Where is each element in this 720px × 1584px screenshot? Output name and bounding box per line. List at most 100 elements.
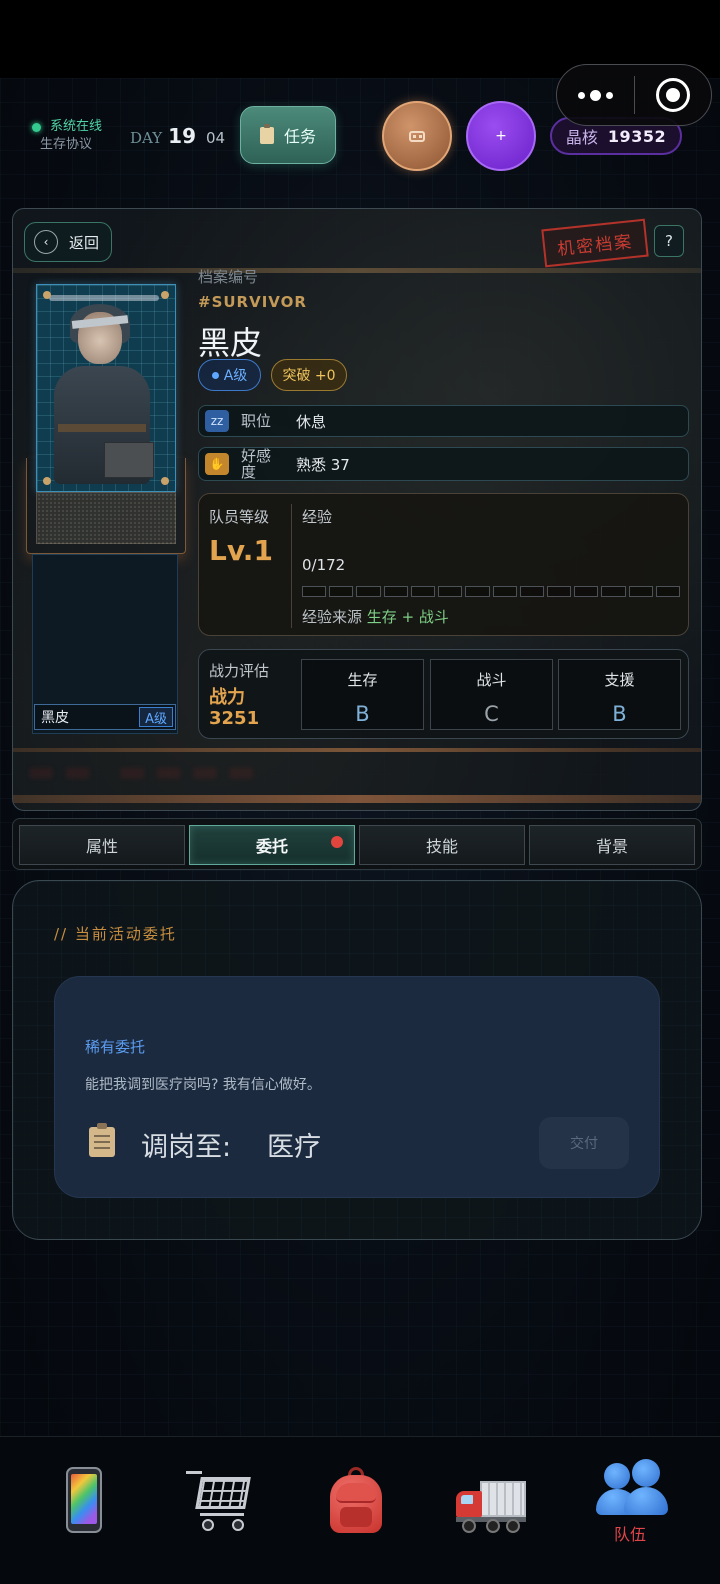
stat-grade: C (484, 702, 499, 726)
close-target-icon[interactable] (635, 78, 712, 112)
section-title: // 当前活动委托 (54, 925, 177, 943)
power-panel: 战力评估 战力 3251 生存 B 战斗 C 支援 B (198, 649, 689, 739)
task-button[interactable]: 任务 (240, 106, 336, 164)
divider (13, 795, 701, 803)
chevron-left-icon: ‹ (34, 230, 58, 254)
power-name: 战力 (209, 687, 245, 708)
character-name: 黑皮 (198, 324, 263, 362)
system-status: 系统在线 生存协议 (32, 118, 102, 154)
character-portrait[interactable] (26, 278, 186, 554)
stat-support: 支援 B (558, 659, 681, 730)
stat-grade: B (355, 702, 370, 726)
more-menu-icon[interactable] (557, 89, 634, 101)
card-name-row: 黑皮 A级 (34, 704, 176, 730)
role-value: 休息 (296, 412, 327, 431)
clipboard-icon (89, 1123, 115, 1157)
exp-segment (438, 586, 463, 597)
divider (13, 268, 701, 273)
tab-commission[interactable]: 委托 (189, 825, 355, 865)
crystal-label: 晶核 (565, 128, 598, 147)
task-button-label: 任务 (283, 127, 316, 146)
bottom-nav: 队伍 (0, 1436, 720, 1584)
plus-icon: + (495, 128, 507, 144)
nav-item-shop[interactable] (148, 1437, 292, 1584)
card-tier-badge: A级 (139, 707, 173, 727)
divider (291, 504, 292, 628)
stat-label: 生存 (347, 671, 378, 689)
nav-label-team: 队伍 (613, 1525, 646, 1544)
exp-segment (383, 586, 408, 597)
robot-button[interactable] (382, 101, 452, 171)
decorative-text: ▬▬ ▬▬▬▬ (27, 754, 264, 789)
exp-segment (492, 586, 517, 597)
clipboard-icon (259, 123, 274, 144)
exp-progress-bar (302, 586, 681, 597)
stat-label: 战斗 (476, 671, 507, 689)
file-number-label: 档案编号 (198, 268, 259, 286)
help-button[interactable]: ? (654, 225, 684, 257)
assign-label: 调岗至: (141, 1132, 232, 1163)
exp-segment (628, 586, 653, 597)
stat-combat: 战斗 C (430, 659, 553, 730)
tab-background[interactable]: 背景 (529, 825, 695, 865)
back-button-label: 返回 (69, 233, 100, 252)
commission-description: 能把我调到医疗岗吗? 我有信心做好。 (85, 1077, 321, 1093)
role-row[interactable]: zz 职位 休息 (198, 405, 689, 437)
assign-value: 医疗 (267, 1132, 321, 1163)
card-name: 黑皮 (41, 710, 69, 726)
power-value: 3251 (209, 708, 260, 729)
crystal-value: 19352 (607, 126, 667, 146)
exp-segment (302, 586, 327, 597)
system-status-text: 系统在线 (50, 119, 103, 134)
exp-segment (329, 586, 354, 597)
day-label: DAY (130, 129, 163, 147)
favor-row: ✋ 好感度 熟悉 37 (198, 447, 689, 481)
day-counter: DAY 19 04 (130, 124, 225, 148)
tier-dot-icon (211, 371, 219, 379)
exp-source: 经验来源 生存 + 战斗 (302, 606, 449, 627)
role-label: 职位 (241, 412, 272, 430)
exp-segment (601, 586, 626, 597)
exp-segment (519, 586, 544, 597)
exp-segment (410, 586, 436, 597)
commission-card: 稀有委托 能把我调到医疗岗吗? 我有信心做好。 调岗至: 医疗 交付 (54, 976, 660, 1198)
exp-segment (546, 586, 572, 597)
tab-attributes[interactable]: 属性 (19, 825, 185, 865)
truck-icon (456, 1467, 528, 1533)
level-value: Lv.1 (209, 534, 273, 567)
exp-segment (356, 586, 381, 597)
miniprogram-capsule (556, 64, 712, 126)
tier-badge: A级 (198, 359, 261, 391)
notification-dot-icon (331, 836, 343, 848)
add-button[interactable]: + (466, 101, 536, 171)
online-dot-icon (32, 122, 41, 132)
protocol-text: 生存协议 (40, 137, 93, 152)
robot-icon (409, 130, 425, 142)
power-label: 战力评估 (209, 662, 270, 680)
exp-segment (574, 586, 599, 597)
favor-label: 好感度 (241, 447, 272, 481)
character-figure (46, 304, 156, 486)
exp-segment (465, 586, 490, 597)
handshake-icon: ✋ (205, 453, 229, 475)
back-button[interactable]: ‹ 返回 (24, 222, 112, 262)
favor-value: 熟悉 37 (296, 455, 350, 474)
breakthrough-badge: 突破 +0 (271, 359, 347, 391)
nav-item-backpack[interactable] (284, 1437, 428, 1584)
exp-source-value: 生存 + 战斗 (366, 608, 449, 626)
nav-item-team[interactable]: 队伍 (558, 1437, 702, 1584)
stat-survival: 生存 B (301, 659, 424, 730)
exp-label: 经验 (302, 508, 333, 526)
exp-source-label: 经验来源 (302, 608, 363, 626)
team-icon (594, 1459, 668, 1519)
deliver-button[interactable]: 交付 (539, 1117, 629, 1169)
stat-label: 支援 (604, 671, 635, 689)
nav-item-truck[interactable] (420, 1437, 564, 1584)
nav-item-phone[interactable] (12, 1437, 156, 1584)
phone-icon (48, 1467, 120, 1533)
detail-tabs: 属性 委托 技能 背景 (12, 818, 702, 870)
day-sub: 04 (206, 129, 226, 147)
tab-skills[interactable]: 技能 (359, 825, 525, 865)
shopping-cart-icon (184, 1467, 256, 1533)
exp-value: 0/172 (302, 556, 346, 574)
